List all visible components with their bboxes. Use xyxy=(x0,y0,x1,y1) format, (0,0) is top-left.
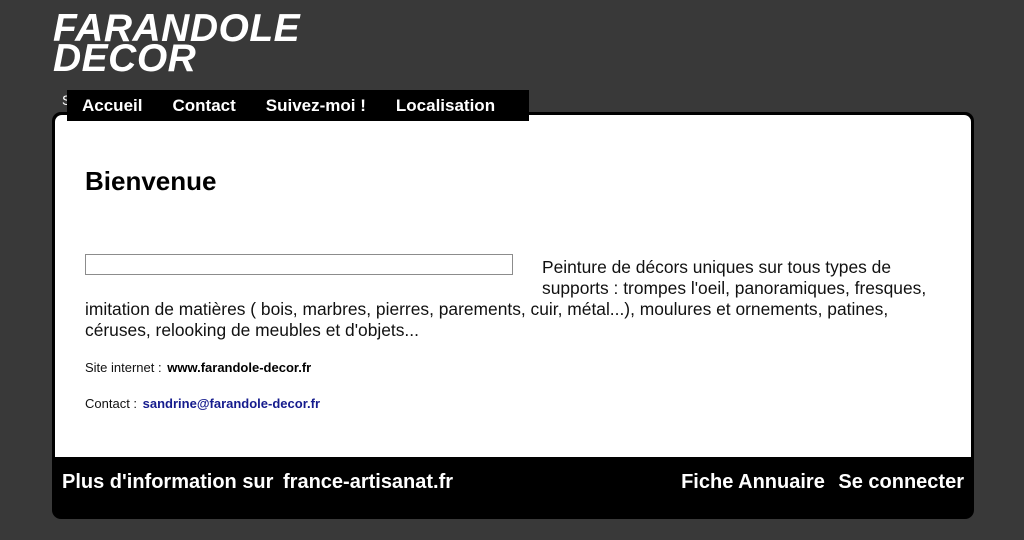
main-navigation: Accueil Contact Suivez-moi ! Localisatio… xyxy=(67,90,529,121)
page-title: Bienvenue xyxy=(85,166,217,196)
nav-item-localisation[interactable]: Localisation xyxy=(396,96,495,116)
contact-email-link[interactable]: sandrine@farandole-decor.fr xyxy=(143,396,320,411)
site-label: Site internet : xyxy=(85,360,162,375)
image-placeholder xyxy=(85,254,513,275)
site-info-line: Site internet : www.farandole-decor.fr xyxy=(85,360,311,375)
nav-item-accueil[interactable]: Accueil xyxy=(82,96,142,116)
footer: Plus d'information sur france-artisanat.… xyxy=(52,460,974,504)
footer-actions: Fiche Annuaire Se connecter xyxy=(681,471,964,494)
nav-item-contact[interactable]: Contact xyxy=(172,96,235,116)
footer-info-text: Plus d'information sur xyxy=(62,471,274,493)
site-link[interactable]: www.farandole-decor.fr xyxy=(167,360,311,375)
contact-label: Contact : xyxy=(85,396,138,411)
intro-section: Peinture de décors uniques sur tous type… xyxy=(85,254,945,341)
fiche-annuaire-link[interactable]: Fiche Annuaire xyxy=(681,471,825,493)
contact-info-line: Contact : sandrine@farandole-decor.fr xyxy=(85,396,320,411)
login-link[interactable]: Se connecter xyxy=(838,471,964,493)
nav-item-suivez-moi[interactable]: Suivez-moi ! xyxy=(266,96,366,116)
site-logo[interactable]: FARANDOLE DECOR xyxy=(53,9,300,78)
france-artisanat-link[interactable]: france-artisanat.fr xyxy=(283,471,453,493)
footer-info: Plus d'information sur france-artisanat.… xyxy=(62,471,453,494)
